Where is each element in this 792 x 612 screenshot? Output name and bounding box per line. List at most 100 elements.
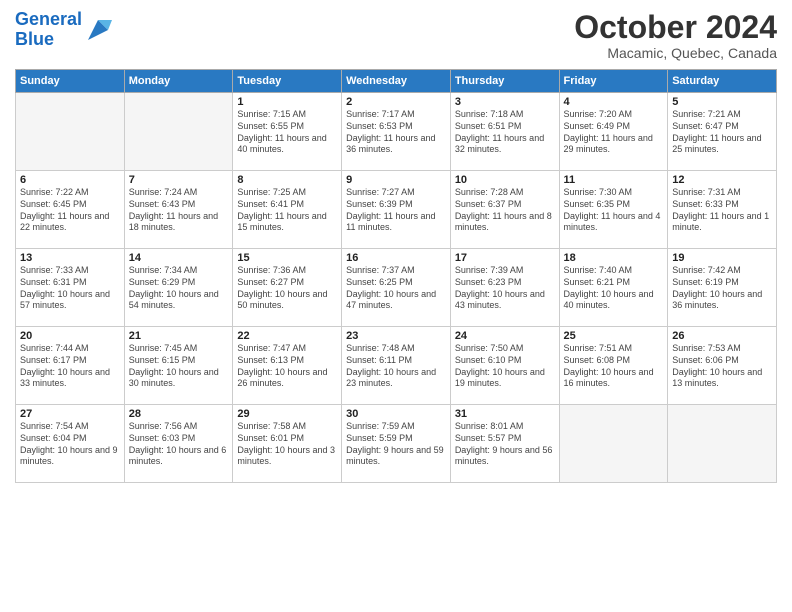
table-row: 8Sunrise: 7:25 AM Sunset: 6:41 PM Daylig… — [233, 171, 342, 249]
cell-info: Sunrise: 7:17 AM Sunset: 6:53 PM Dayligh… — [346, 109, 446, 156]
cell-date: 13 — [20, 252, 120, 264]
col-friday: Friday — [559, 70, 668, 93]
cell-date: 10 — [455, 174, 555, 186]
cell-date: 2 — [346, 96, 446, 108]
table-row: 4Sunrise: 7:20 AM Sunset: 6:49 PM Daylig… — [559, 93, 668, 171]
cell-info: Sunrise: 7:30 AM Sunset: 6:35 PM Dayligh… — [564, 187, 664, 234]
cell-date: 16 — [346, 252, 446, 264]
cell-info: Sunrise: 7:50 AM Sunset: 6:10 PM Dayligh… — [455, 343, 555, 390]
cell-date: 31 — [455, 408, 555, 420]
col-wednesday: Wednesday — [342, 70, 451, 93]
cell-info: Sunrise: 7:20 AM Sunset: 6:49 PM Dayligh… — [564, 109, 664, 156]
table-row: 1Sunrise: 7:15 AM Sunset: 6:55 PM Daylig… — [233, 93, 342, 171]
cell-info: Sunrise: 7:44 AM Sunset: 6:17 PM Dayligh… — [20, 343, 120, 390]
calendar-week-1: 1Sunrise: 7:15 AM Sunset: 6:55 PM Daylig… — [16, 93, 777, 171]
cell-date: 22 — [237, 330, 337, 342]
calendar-table: Sunday Monday Tuesday Wednesday Thursday… — [15, 69, 777, 483]
table-row: 5Sunrise: 7:21 AM Sunset: 6:47 PM Daylig… — [668, 93, 777, 171]
month-title: October 2024 — [574, 10, 777, 45]
cell-date: 23 — [346, 330, 446, 342]
cell-date: 28 — [129, 408, 229, 420]
col-sunday: Sunday — [16, 70, 125, 93]
col-monday: Monday — [124, 70, 233, 93]
table-row: 16Sunrise: 7:37 AM Sunset: 6:25 PM Dayli… — [342, 249, 451, 327]
table-row: 11Sunrise: 7:30 AM Sunset: 6:35 PM Dayli… — [559, 171, 668, 249]
cell-date: 8 — [237, 174, 337, 186]
cell-date: 30 — [346, 408, 446, 420]
cell-date: 4 — [564, 96, 664, 108]
cell-info: Sunrise: 7:21 AM Sunset: 6:47 PM Dayligh… — [672, 109, 772, 156]
cell-date: 26 — [672, 330, 772, 342]
table-row: 26Sunrise: 7:53 AM Sunset: 6:06 PM Dayli… — [668, 327, 777, 405]
cell-info: Sunrise: 7:39 AM Sunset: 6:23 PM Dayligh… — [455, 265, 555, 312]
table-row: 13Sunrise: 7:33 AM Sunset: 6:31 PM Dayli… — [16, 249, 125, 327]
cell-info: Sunrise: 7:28 AM Sunset: 6:37 PM Dayligh… — [455, 187, 555, 234]
header: General Blue October 2024 Macamic, Quebe… — [15, 10, 777, 61]
table-row: 31Sunrise: 8:01 AM Sunset: 5:57 PM Dayli… — [450, 405, 559, 483]
table-row: 3Sunrise: 7:18 AM Sunset: 6:51 PM Daylig… — [450, 93, 559, 171]
table-row: 17Sunrise: 7:39 AM Sunset: 6:23 PM Dayli… — [450, 249, 559, 327]
table-row: 7Sunrise: 7:24 AM Sunset: 6:43 PM Daylig… — [124, 171, 233, 249]
cell-date: 5 — [672, 96, 772, 108]
cell-date: 3 — [455, 96, 555, 108]
cell-info: Sunrise: 7:42 AM Sunset: 6:19 PM Dayligh… — [672, 265, 772, 312]
logo: General Blue — [15, 10, 112, 50]
calendar-page: General Blue October 2024 Macamic, Quebe… — [0, 0, 792, 612]
table-row: 30Sunrise: 7:59 AM Sunset: 5:59 PM Dayli… — [342, 405, 451, 483]
cell-date: 6 — [20, 174, 120, 186]
table-row: 25Sunrise: 7:51 AM Sunset: 6:08 PM Dayli… — [559, 327, 668, 405]
col-tuesday: Tuesday — [233, 70, 342, 93]
table-row: 27Sunrise: 7:54 AM Sunset: 6:04 PM Dayli… — [16, 405, 125, 483]
cell-date: 20 — [20, 330, 120, 342]
cell-info: Sunrise: 7:53 AM Sunset: 6:06 PM Dayligh… — [672, 343, 772, 390]
cell-info: Sunrise: 7:59 AM Sunset: 5:59 PM Dayligh… — [346, 421, 446, 468]
table-row — [124, 93, 233, 171]
cell-info: Sunrise: 7:36 AM Sunset: 6:27 PM Dayligh… — [237, 265, 337, 312]
cell-date: 29 — [237, 408, 337, 420]
cell-info: Sunrise: 7:54 AM Sunset: 6:04 PM Dayligh… — [20, 421, 120, 468]
header-row: Sunday Monday Tuesday Wednesday Thursday… — [16, 70, 777, 93]
table-row: 9Sunrise: 7:27 AM Sunset: 6:39 PM Daylig… — [342, 171, 451, 249]
cell-info: Sunrise: 7:48 AM Sunset: 6:11 PM Dayligh… — [346, 343, 446, 390]
col-thursday: Thursday — [450, 70, 559, 93]
cell-date: 12 — [672, 174, 772, 186]
table-row — [559, 405, 668, 483]
cell-date: 17 — [455, 252, 555, 264]
cell-date: 18 — [564, 252, 664, 264]
cell-date: 14 — [129, 252, 229, 264]
cell-info: Sunrise: 7:51 AM Sunset: 6:08 PM Dayligh… — [564, 343, 664, 390]
cell-date: 27 — [20, 408, 120, 420]
table-row: 19Sunrise: 7:42 AM Sunset: 6:19 PM Dayli… — [668, 249, 777, 327]
cell-info: Sunrise: 7:37 AM Sunset: 6:25 PM Dayligh… — [346, 265, 446, 312]
table-row: 23Sunrise: 7:48 AM Sunset: 6:11 PM Dayli… — [342, 327, 451, 405]
table-row: 24Sunrise: 7:50 AM Sunset: 6:10 PM Dayli… — [450, 327, 559, 405]
logo-text: General — [15, 10, 82, 30]
subtitle: Macamic, Quebec, Canada — [574, 45, 777, 61]
cell-date: 21 — [129, 330, 229, 342]
table-row: 28Sunrise: 7:56 AM Sunset: 6:03 PM Dayli… — [124, 405, 233, 483]
cell-info: Sunrise: 7:33 AM Sunset: 6:31 PM Dayligh… — [20, 265, 120, 312]
cell-info: Sunrise: 7:27 AM Sunset: 6:39 PM Dayligh… — [346, 187, 446, 234]
title-area: October 2024 Macamic, Quebec, Canada — [574, 10, 777, 61]
cell-info: Sunrise: 7:22 AM Sunset: 6:45 PM Dayligh… — [20, 187, 120, 234]
cell-info: Sunrise: 7:25 AM Sunset: 6:41 PM Dayligh… — [237, 187, 337, 234]
logo-text-blue: Blue — [15, 30, 82, 50]
cell-date: 24 — [455, 330, 555, 342]
cell-info: Sunrise: 8:01 AM Sunset: 5:57 PM Dayligh… — [455, 421, 555, 468]
table-row: 6Sunrise: 7:22 AM Sunset: 6:45 PM Daylig… — [16, 171, 125, 249]
cell-info: Sunrise: 7:18 AM Sunset: 6:51 PM Dayligh… — [455, 109, 555, 156]
table-row: 14Sunrise: 7:34 AM Sunset: 6:29 PM Dayli… — [124, 249, 233, 327]
cell-info: Sunrise: 7:47 AM Sunset: 6:13 PM Dayligh… — [237, 343, 337, 390]
table-row: 12Sunrise: 7:31 AM Sunset: 6:33 PM Dayli… — [668, 171, 777, 249]
calendar-week-2: 6Sunrise: 7:22 AM Sunset: 6:45 PM Daylig… — [16, 171, 777, 249]
cell-info: Sunrise: 7:56 AM Sunset: 6:03 PM Dayligh… — [129, 421, 229, 468]
cell-date: 25 — [564, 330, 664, 342]
cell-date: 9 — [346, 174, 446, 186]
cell-info: Sunrise: 7:34 AM Sunset: 6:29 PM Dayligh… — [129, 265, 229, 312]
cell-info: Sunrise: 7:45 AM Sunset: 6:15 PM Dayligh… — [129, 343, 229, 390]
cell-date: 7 — [129, 174, 229, 186]
calendar-week-5: 27Sunrise: 7:54 AM Sunset: 6:04 PM Dayli… — [16, 405, 777, 483]
table-row: 15Sunrise: 7:36 AM Sunset: 6:27 PM Dayli… — [233, 249, 342, 327]
cell-date: 19 — [672, 252, 772, 264]
table-row: 10Sunrise: 7:28 AM Sunset: 6:37 PM Dayli… — [450, 171, 559, 249]
